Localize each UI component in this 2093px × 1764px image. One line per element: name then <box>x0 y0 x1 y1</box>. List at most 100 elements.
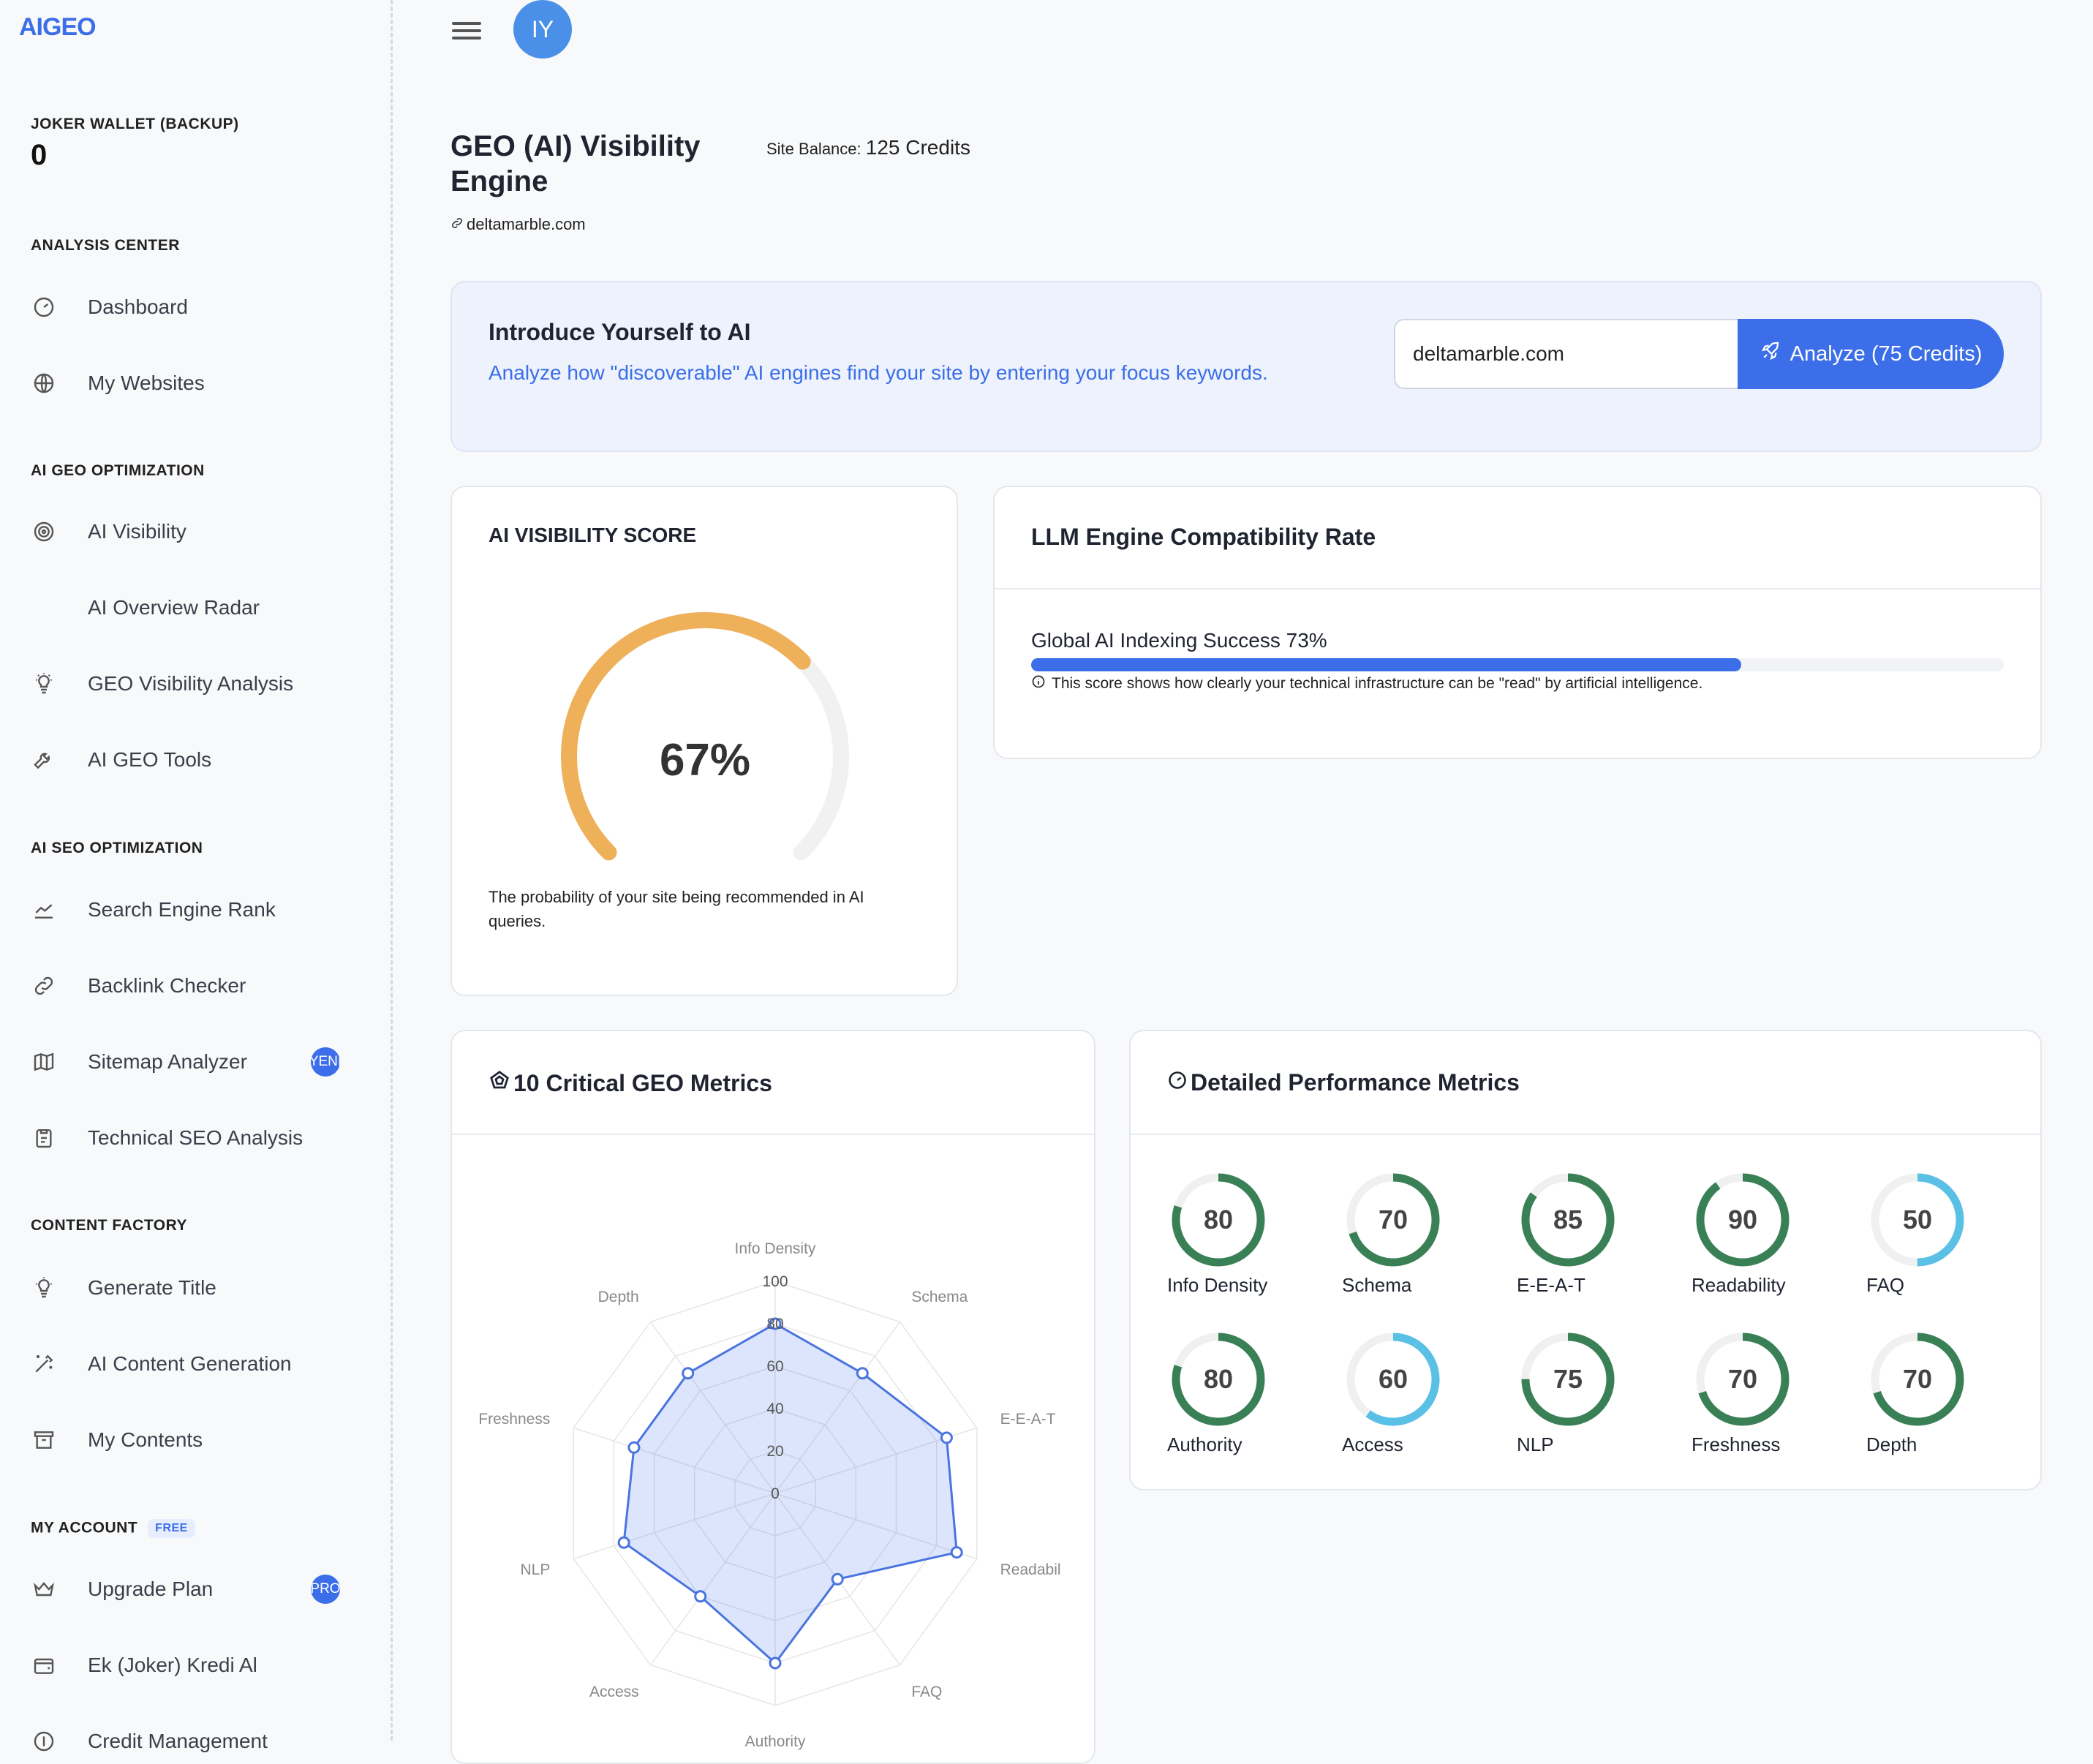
sidebar-item-label: Credit Management <box>88 1730 268 1752</box>
radar-point[interactable] <box>856 1367 869 1380</box>
metric-label: Depth <box>1866 1433 1917 1455</box>
radar-point[interactable] <box>940 1431 953 1444</box>
metric-ring: 90 <box>1696 1173 1790 1267</box>
rocket-icon <box>1760 340 1781 368</box>
site-link[interactable]: deltamarble.com <box>450 215 586 234</box>
clipboard-icon <box>31 1125 57 1151</box>
sidebar-item-label: Ek (Joker) Kredi Al <box>88 1654 257 1676</box>
radar-point[interactable] <box>627 1441 641 1454</box>
sidebar-item-ai-content-generation[interactable]: AI Content Generation <box>31 1342 352 1386</box>
sidebar-item-sitemap-analyzer[interactable]: Sitemap Analyzer <box>31 1040 352 1084</box>
radar-tick-label: 40 <box>766 1401 783 1417</box>
metric-value: 70 <box>1379 1205 1408 1235</box>
new-badge: YENİ <box>311 1047 340 1077</box>
sidebar-item-ek-kredi[interactable]: Ek (Joker) Kredi Al <box>31 1643 352 1687</box>
metric-item: 70 Schema <box>1342 1169 1488 1297</box>
sidebar-item-technical-seo[interactable]: Technical SEO Analysis <box>31 1116 352 1160</box>
gauge-icon <box>1167 1069 1188 1096</box>
sidebar-item-dashboard[interactable]: Dashboard <box>31 285 352 329</box>
metric-item: 90 Readability <box>1692 1169 1838 1297</box>
lightbulb-icon <box>31 1275 57 1301</box>
wrench-icon <box>31 747 57 773</box>
metric-value: 50 <box>1903 1205 1932 1235</box>
sidebar-item-search-engine-rank[interactable]: Search Engine Rank <box>31 888 352 932</box>
radar-tick-label: 20 <box>766 1443 783 1460</box>
magic-wand-icon <box>31 1351 57 1377</box>
radar-point[interactable] <box>950 1546 963 1559</box>
wallet-label: JOKER WALLET (BACKUP) <box>31 116 239 132</box>
site-balance-label: Site Balance: <box>766 140 861 158</box>
progress-note-text: This score shows how clearly your techni… <box>1052 675 1703 692</box>
progress-label: Global AI Indexing Success 73% <box>1031 629 1327 652</box>
radar-point[interactable] <box>831 1572 844 1586</box>
section-ai-geo: AI GEO OPTIMIZATION <box>31 462 205 479</box>
menu-icon[interactable] <box>452 18 481 44</box>
metric-label: Info Density <box>1167 1274 1268 1296</box>
sidebar-item-label: Technical SEO Analysis <box>88 1126 303 1149</box>
metric-ring: 70 <box>1346 1173 1440 1267</box>
metric-item: 70 Freshness <box>1692 1328 1838 1456</box>
section-analysis-center: ANALYSIS CENTER <box>31 237 180 254</box>
radar-tick-label: 60 <box>766 1358 783 1375</box>
avatar[interactable]: IY <box>513 0 572 59</box>
page-title: GEO (AI) Visibility Engine <box>450 130 701 197</box>
metric-ring: 85 <box>1521 1173 1615 1267</box>
sidebar-item-geo-visibility-analysis[interactable]: GEO Visibility Analysis <box>31 662 352 706</box>
radar-chart: 0 20 40 60 80 100 Info Density Schema E-E-A-T Rea… <box>478 1240 1060 1750</box>
sidebar-item-label: Dashboard <box>88 295 188 318</box>
radar-axis-label: Freshness <box>478 1411 550 1428</box>
sidebar-item-label: AI Content Generation <box>88 1352 292 1375</box>
card-title: AI VISIBILITY SCORE <box>489 524 697 546</box>
section-ai-seo: AI SEO OPTIMIZATION <box>31 840 203 856</box>
sidebar-item-ai-visibility[interactable]: AI Visibility <box>31 510 352 554</box>
sidebar-item-label: AI Overview Radar <box>88 596 260 619</box>
sidebar-item-generate-title[interactable]: Generate Title <box>31 1266 352 1310</box>
sidebar-item-label: AI GEO Tools <box>88 748 212 771</box>
sidebar-item-backlink-checker[interactable]: Backlink Checker <box>31 964 352 1008</box>
site-balance: Site Balance: 125 Credits <box>766 136 970 159</box>
metric-ring: 60 <box>1346 1333 1440 1426</box>
section-my-account: MY ACCOUNT FREE <box>31 1519 195 1538</box>
metric-ring: 70 <box>1696 1333 1790 1426</box>
domain-input[interactable] <box>1394 319 1738 389</box>
radar-axis-label: FAQ <box>911 1684 942 1700</box>
sidebar-item-my-websites[interactable]: My Websites <box>31 361 352 405</box>
sidebar-item-label: Generate Title <box>88 1276 216 1299</box>
llm-compat-card: LLM Engine Compatibility Rate Global AI … <box>993 486 2042 759</box>
metric-value: 80 <box>1204 1364 1233 1394</box>
wallet-value: 0 <box>31 139 48 171</box>
sidebar: AIGEO JOKER WALLET (BACKUP) 0 ANALYSIS C… <box>0 0 393 1752</box>
radar-point[interactable] <box>617 1536 630 1549</box>
radar-axis-label: Authority <box>745 1733 806 1750</box>
metric-item: 80 Authority <box>1167 1328 1313 1456</box>
sidebar-item-label: Sitemap Analyzer <box>88 1050 247 1073</box>
site-link-text: deltamarble.com <box>467 215 586 233</box>
progress-note: This score shows how clearly your techni… <box>1031 674 1702 693</box>
intro-card: Introduce Yourself to AI Analyze how "di… <box>450 281 2042 452</box>
sidebar-item-ai-geo-tools[interactable]: AI GEO Tools <box>31 738 352 782</box>
analyze-button[interactable]: Analyze (75 Credits) <box>1738 319 2004 389</box>
radar-point[interactable] <box>682 1367 695 1380</box>
radar-point[interactable] <box>694 1590 707 1603</box>
metric-label: NLP <box>1517 1433 1554 1455</box>
metric-ring: 80 <box>1172 1333 1265 1426</box>
metric-label: E-E-A-T <box>1517 1274 1585 1296</box>
radar-series-area <box>622 1322 958 1665</box>
radar-axis-label: Access <box>589 1684 639 1700</box>
visibility-score-card: AI VISIBILITY SCORE 67% The probability … <box>450 486 958 996</box>
sidebar-item-ai-overview-radar[interactable]: AI Overview Radar <box>31 586 352 630</box>
sidebar-item-my-contents[interactable]: My Contents <box>31 1418 352 1462</box>
sidebar-item-upgrade-plan[interactable]: Upgrade Plan <box>31 1567 352 1611</box>
sidebar-item-credit-management[interactable]: Credit Management <box>31 1719 352 1763</box>
metric-label: Access <box>1342 1433 1403 1455</box>
radar-tick-label: 80 <box>766 1316 783 1333</box>
radar-axis-label: NLP <box>520 1561 550 1578</box>
card-title: Detailed Performance Metrics <box>1167 1069 1520 1096</box>
progress-fill <box>1031 658 1741 671</box>
coin-icon <box>31 1728 57 1754</box>
plan-badge: FREE <box>148 1519 195 1538</box>
sidebar-item-label: Backlink Checker <box>88 974 246 997</box>
logo[interactable]: AIGEO <box>19 13 97 42</box>
radar-point[interactable] <box>769 1656 782 1670</box>
metric-item: 80 Info Density <box>1167 1169 1313 1297</box>
